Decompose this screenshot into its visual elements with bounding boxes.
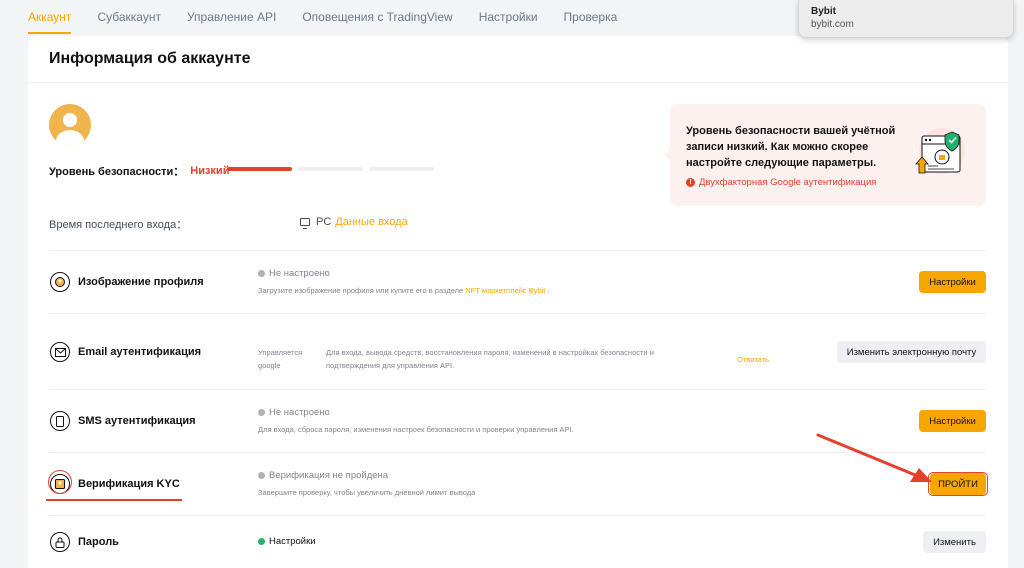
password-status-text: Настройки bbox=[269, 536, 316, 547]
password-status: Настройки bbox=[258, 536, 316, 547]
warning-text: Уровень безопасности вашей учётной запис… bbox=[686, 125, 896, 169]
popup-title: Bybit bbox=[811, 6, 836, 17]
kyc-status: Верификация не пройдена bbox=[258, 470, 388, 481]
last-login-label: Время последнего входа： bbox=[49, 219, 188, 231]
profile-image-desc-text: Загрузите изображение профиля или купите… bbox=[258, 286, 466, 295]
divider bbox=[49, 250, 986, 251]
tab-verification[interactable]: Проверка bbox=[564, 0, 618, 34]
security-warning-panel: Уровень безопасности вашей учётной запис… bbox=[664, 104, 986, 206]
annotation-icon-ring bbox=[48, 470, 72, 494]
error-icon: ! bbox=[686, 178, 695, 187]
security-bar-segment-1 bbox=[227, 167, 292, 171]
popup-url: bybit.com bbox=[811, 19, 854, 30]
security-bar-segment-2 bbox=[298, 167, 363, 171]
avatar[interactable] bbox=[49, 104, 91, 146]
profile-image-title: Изображение профиля bbox=[78, 276, 204, 288]
email-auth-title: Email аутентификация bbox=[78, 346, 202, 358]
email-icon bbox=[50, 342, 70, 362]
profile-image-status: Не настроено bbox=[258, 268, 330, 279]
kyc-description: Завершите проверку, чтобы увеличить днев… bbox=[258, 488, 476, 497]
email-managed-line2: google bbox=[258, 361, 281, 370]
avatar-body bbox=[56, 130, 84, 146]
profile-image-settings-button[interactable]: Настройки bbox=[919, 271, 986, 293]
divider bbox=[49, 313, 986, 314]
sms-settings-button[interactable]: Настройки bbox=[919, 410, 986, 432]
sms-auth-status: Не настроено bbox=[258, 407, 330, 418]
tab-subaccount[interactable]: Субаккаунт bbox=[97, 0, 161, 34]
profile-image-desc-end: . bbox=[545, 286, 550, 295]
tab-account[interactable]: Аккаунт bbox=[28, 0, 72, 34]
sms-auth-title: SMS аутентификация bbox=[78, 415, 196, 427]
google-2fa-link[interactable]: ! Двухфакторная Google аутентификация bbox=[686, 177, 876, 188]
email-desc-line2: подтверждения для управления API. bbox=[326, 361, 455, 370]
avatar-head bbox=[63, 113, 77, 127]
last-login-device-name: PC bbox=[316, 216, 332, 228]
annotation-underline bbox=[46, 499, 182, 501]
last-login-device: PC Данные входа bbox=[300, 216, 408, 229]
profile-image-icon bbox=[50, 272, 70, 292]
kyc-title: Верификация KYC bbox=[78, 478, 180, 490]
email-auth-description: Для входа, вывода средств, восстановлени… bbox=[326, 346, 654, 372]
monitor-icon bbox=[300, 218, 310, 229]
annotation-button-outline bbox=[928, 472, 988, 496]
email-managed-by: Управляется google bbox=[258, 346, 302, 372]
annotation-arrow-icon bbox=[816, 433, 932, 482]
lock-icon bbox=[50, 532, 70, 552]
unbind-email-link[interactable]: Отвязать bbox=[737, 355, 769, 364]
sms-auth-status-text: Не настроено bbox=[269, 407, 330, 418]
status-dot-icon bbox=[258, 409, 265, 416]
change-email-button[interactable]: Изменить электронную почту bbox=[837, 341, 986, 363]
warning-pointer bbox=[664, 149, 676, 161]
security-level-value: Низкий bbox=[190, 165, 230, 177]
divider bbox=[28, 82, 1008, 83]
email-managed-line1: Управляется bbox=[258, 348, 303, 357]
security-bar-segment-3 bbox=[369, 167, 434, 171]
tab-tradingview-alerts[interactable]: Оповещения с TradingView bbox=[302, 0, 452, 34]
security-level-label: Уровень безопасности： bbox=[49, 166, 185, 178]
divider bbox=[49, 389, 986, 390]
password-title: Пароль bbox=[78, 536, 119, 548]
email-desc-line1: Для входа, вывода средств, восстановлени… bbox=[326, 348, 654, 357]
profile-image-status-text: Не настроено bbox=[269, 268, 330, 279]
profile-image-description: Загрузите изображение профиля или купите… bbox=[258, 284, 550, 297]
phone-icon bbox=[50, 411, 70, 431]
status-dot-icon bbox=[258, 472, 265, 479]
kyc-status-text: Верификация не пройдена bbox=[269, 470, 389, 481]
sms-auth-description: Для входа, сброса пароля, изменения наст… bbox=[258, 425, 574, 434]
site-popup[interactable]: Bybit bybit.com bbox=[798, 0, 1014, 38]
page-title: Информация об аккаунте bbox=[49, 50, 251, 67]
tab-api-management[interactable]: Управление API bbox=[187, 0, 276, 34]
status-dot-icon bbox=[258, 270, 265, 277]
security-illustration-icon bbox=[915, 128, 965, 174]
check-circle-icon bbox=[258, 538, 265, 545]
divider bbox=[49, 515, 986, 516]
login-details-link[interactable]: Данные входа bbox=[335, 216, 407, 228]
change-password-button[interactable]: Изменить bbox=[923, 531, 986, 553]
google-2fa-link-label: Двухфакторная Google аутентификация bbox=[699, 177, 877, 188]
nft-marketplace-link[interactable]: NFT маркетплейс Bybit bbox=[465, 286, 545, 295]
security-level: Уровень безопасности： Низкий bbox=[49, 163, 229, 179]
tab-settings[interactable]: Настройки bbox=[479, 0, 538, 34]
